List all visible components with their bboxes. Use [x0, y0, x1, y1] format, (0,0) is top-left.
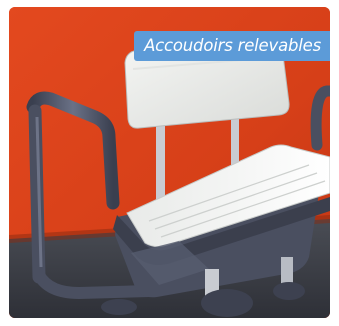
product-photo: Accoudoirs relevables — [9, 7, 330, 318]
caption-badge: Accoudoirs relevables — [134, 31, 330, 61]
leg-tip — [201, 289, 253, 317]
